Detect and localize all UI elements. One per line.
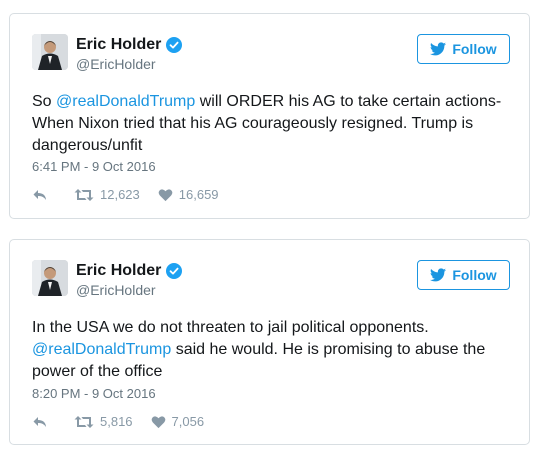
reply-icon — [33, 416, 46, 427]
retweet-icon — [74, 188, 94, 201]
avatar[interactable] — [32, 34, 68, 70]
tweet-text-before: So — [32, 93, 57, 110]
timestamp[interactable]: 8:20 PM - 9 Oct 2016 — [32, 386, 156, 401]
twitter-bird-icon — [430, 42, 447, 56]
author-name[interactable]: Eric Holder — [76, 36, 161, 54]
avatar[interactable] — [32, 260, 68, 296]
timestamp[interactable]: 6:41 PM - 9 Oct 2016 — [32, 159, 156, 174]
author-handle[interactable]: @EricHolder — [76, 282, 156, 298]
follow-label: Follow — [452, 41, 497, 57]
mention-link[interactable]: @realDonaldTrump — [56, 93, 195, 110]
avatar-photo-icon — [32, 260, 68, 296]
twitter-bird-icon — [430, 268, 447, 282]
author-name[interactable]: Eric Holder — [76, 262, 161, 280]
tweet-text: In the USA we do not threaten to jail po… — [32, 317, 522, 383]
verified-badge-icon — [166, 37, 183, 53]
reply-button[interactable] — [32, 188, 48, 202]
author-handle[interactable]: @EricHolder — [76, 56, 156, 72]
like-count: 7,056 — [171, 414, 205, 429]
retweet-count: 12,623 — [100, 187, 140, 202]
retweet-count: 5,816 — [100, 414, 133, 429]
like-button[interactable]: 7,056 — [151, 414, 205, 429]
reply-button[interactable] — [32, 415, 48, 429]
tweet-card: Eric Holder @EricHolder Follow So @realD… — [9, 13, 530, 219]
retweet-icon — [74, 415, 94, 428]
tweet-text: So @realDonaldTrump will ORDER his AG to… — [32, 91, 522, 157]
follow-button[interactable]: Follow — [417, 260, 510, 290]
avatar-photo-icon — [32, 34, 68, 70]
tweet-text-before: In the USA we do not threaten to jail po… — [32, 319, 429, 336]
follow-label: Follow — [452, 267, 497, 283]
heart-icon — [151, 415, 165, 428]
retweet-button[interactable]: 5,816 — [74, 414, 133, 429]
action-bar: 5,816 7,056 — [32, 414, 204, 429]
follow-button[interactable]: Follow — [417, 34, 510, 64]
action-bar: 12,623 16,659 — [32, 187, 219, 202]
reply-icon — [33, 189, 46, 200]
like-button[interactable]: 16,659 — [158, 187, 219, 202]
mention-link[interactable]: @realDonaldTrump — [32, 341, 171, 358]
tweet-card: Eric Holder @EricHolder Follow In the US… — [9, 239, 530, 445]
retweet-button[interactable]: 12,623 — [74, 187, 140, 202]
verified-badge-icon — [166, 263, 183, 279]
heart-icon — [158, 188, 173, 201]
like-count: 16,659 — [178, 187, 219, 202]
